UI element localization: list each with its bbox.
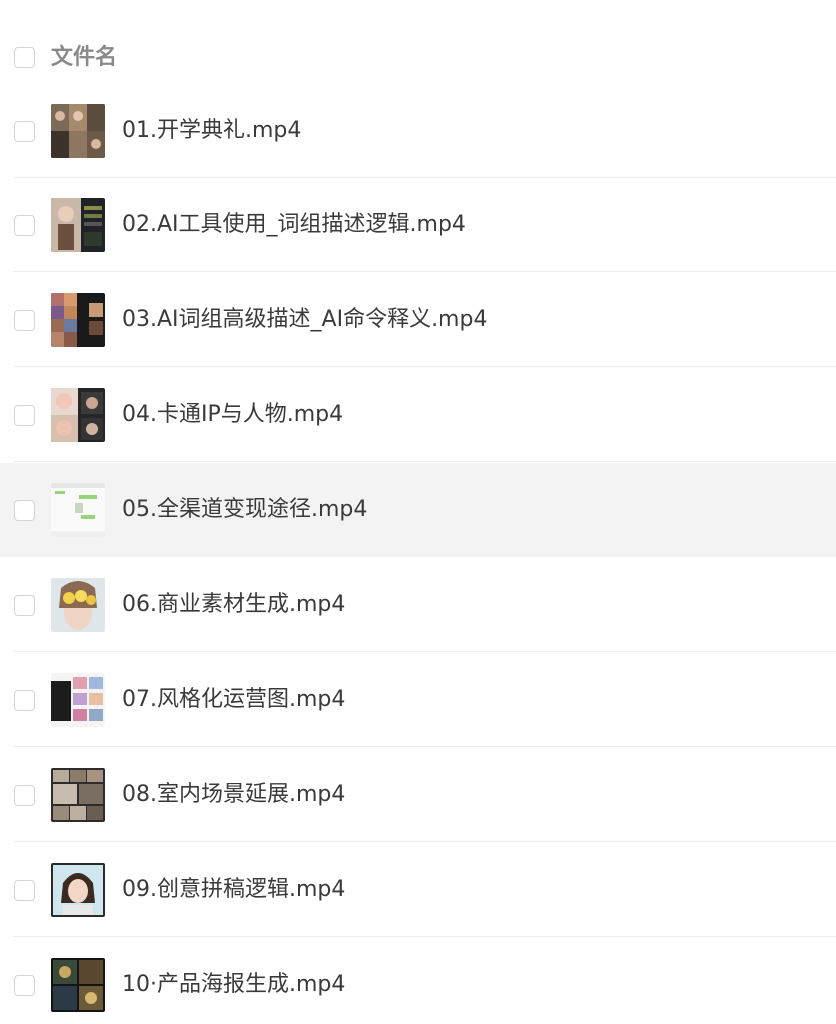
video-thumbnail-collage-icon	[51, 104, 105, 158]
file-row[interactable]: 04.卡通IP与人物.mp4	[0, 368, 836, 462]
row-checkbox[interactable]	[14, 595, 35, 616]
row-divider	[14, 366, 836, 367]
row-checkbox[interactable]	[14, 215, 35, 236]
video-thumbnail-portrait-icon	[51, 198, 105, 252]
row-checkbox[interactable]	[14, 500, 35, 521]
file-name[interactable]: 05.全渠道变现途径.mp4	[122, 495, 367, 525]
file-name[interactable]: 10·产品海报生成.mp4	[122, 970, 345, 1000]
row-divider	[14, 651, 836, 652]
row-checkbox[interactable]	[14, 121, 35, 142]
file-row[interactable]: 10·产品海报生成.mp4	[0, 938, 836, 1024]
file-name[interactable]: 01.开学典礼.mp4	[122, 116, 301, 146]
row-divider	[14, 936, 836, 937]
file-name[interactable]: 03.AI词组高级描述_AI命令释义.mp4	[122, 305, 487, 335]
video-thumbnail-cartoon-icon	[51, 388, 105, 442]
row-checkbox[interactable]	[14, 310, 35, 331]
video-thumbnail-chat-screenshot-icon	[51, 483, 105, 537]
row-divider	[14, 841, 836, 842]
video-thumbnail-interior-icon	[51, 768, 105, 822]
file-row[interactable]: 09.创意拼稿逻辑.mp4	[0, 843, 836, 937]
video-thumbnail-portrait-flowers-icon	[51, 578, 105, 632]
row-checkbox[interactable]	[14, 785, 35, 806]
file-row[interactable]: 01.开学典礼.mp4	[0, 84, 836, 178]
file-name[interactable]: 07.风格化运营图.mp4	[122, 685, 345, 715]
column-header-filename: 文件名	[51, 45, 118, 70]
file-name[interactable]: 08.室内场景延展.mp4	[122, 780, 345, 810]
file-row[interactable]: 02.AI工具使用_词组描述逻辑.mp4	[0, 178, 836, 272]
row-checkbox[interactable]	[14, 975, 35, 996]
row-checkbox[interactable]	[14, 690, 35, 711]
row-divider	[14, 461, 836, 462]
video-thumbnail-web-layout-icon	[51, 673, 105, 727]
file-name[interactable]: 09.创意拼稿逻辑.mp4	[122, 875, 345, 905]
row-checkbox[interactable]	[14, 880, 35, 901]
row-divider	[14, 746, 836, 747]
select-all-checkbox[interactable]	[14, 47, 35, 68]
file-row[interactable]: 06.商业素材生成.mp4	[0, 558, 836, 652]
file-name[interactable]: 04.卡通IP与人物.mp4	[122, 400, 343, 430]
file-row[interactable]: 08.室内场景延展.mp4	[0, 748, 836, 842]
file-row[interactable]: 05.全渠道变现途径.mp4	[0, 463, 836, 557]
file-name[interactable]: 02.AI工具使用_词组描述逻辑.mp4	[122, 210, 466, 240]
file-list: 文件名 01.开学典礼.mp4 02.AI工具使用_词组描述逻辑.mp4 03.…	[0, 0, 836, 1024]
file-row[interactable]: 03.AI词组高级描述_AI命令释义.mp4	[0, 273, 836, 367]
row-divider	[14, 271, 836, 272]
file-name[interactable]: 06.商业素材生成.mp4	[122, 590, 345, 620]
video-thumbnail-product-icon	[51, 958, 105, 1012]
row-checkbox[interactable]	[14, 405, 35, 426]
video-thumbnail-portrait-blue-icon	[51, 863, 105, 917]
video-thumbnail-grid-icon	[51, 293, 105, 347]
file-row[interactable]: 07.风格化运营图.mp4	[0, 653, 836, 747]
